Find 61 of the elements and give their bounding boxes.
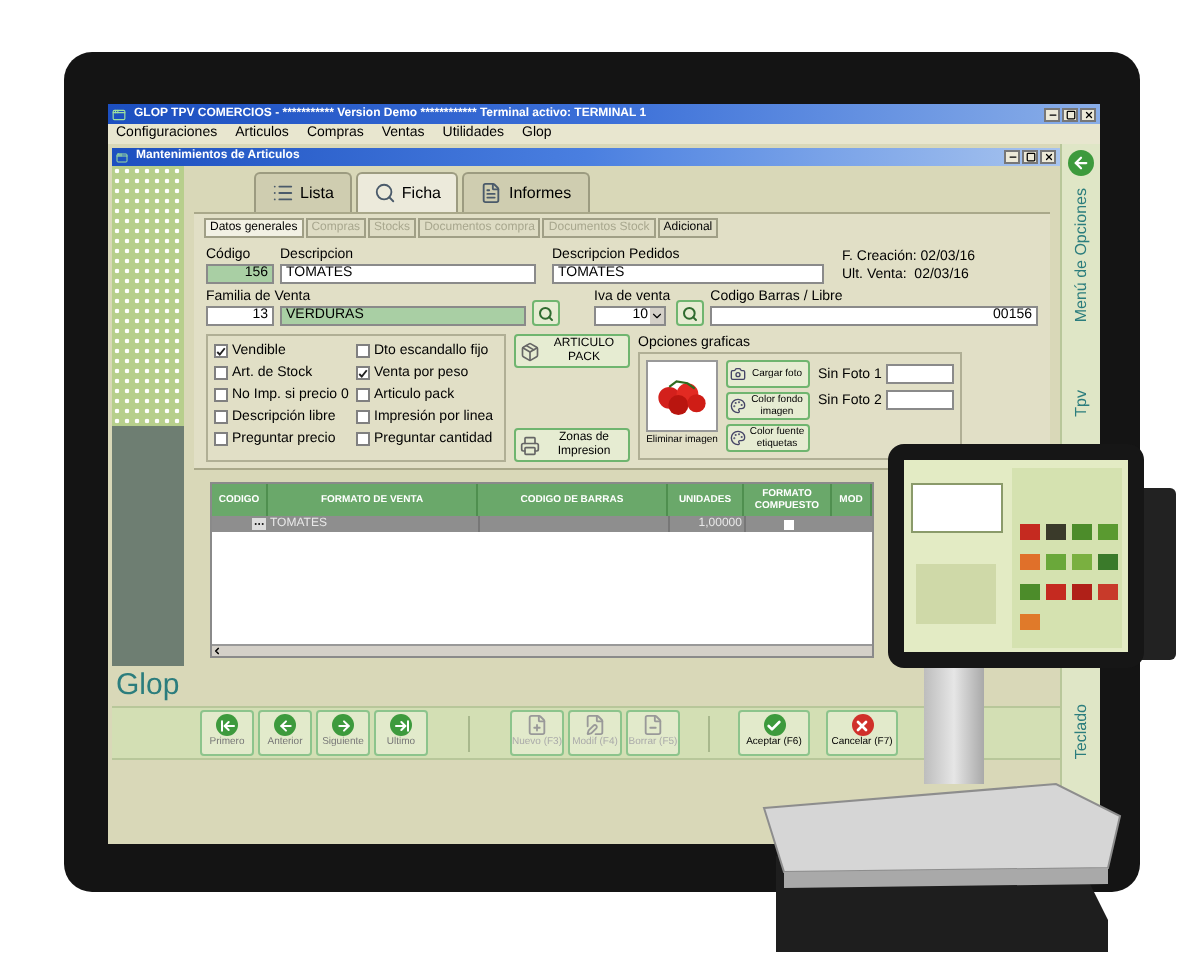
magnifier-icon [373, 182, 396, 204]
ellipsis-icon[interactable] [252, 518, 266, 530]
minimize-button[interactable] [1004, 150, 1020, 164]
dropdown-icon [650, 308, 664, 324]
checkbox[interactable] [214, 410, 228, 424]
photo-text-field[interactable] [885, 390, 954, 410]
palette-icon [730, 430, 746, 446]
checkbox[interactable] [356, 344, 370, 358]
list-icon [272, 182, 294, 204]
app-icon [116, 151, 128, 163]
minimize-icon [1007, 152, 1017, 162]
close-icon [1043, 152, 1053, 162]
arrow-to-line-right-icon [390, 714, 412, 737]
check-icon [763, 714, 785, 737]
printer-icon [520, 435, 540, 455]
close-button[interactable] [1040, 150, 1056, 164]
main-tab[interactable]: Informes [462, 172, 590, 212]
arrow-right-icon [332, 714, 354, 737]
arrow-to-line-left-icon [216, 714, 238, 737]
checkbox[interactable] [214, 344, 228, 358]
maximize-button[interactable] [1022, 150, 1038, 164]
scroll-left-icon[interactable] [212, 646, 222, 656]
app-icon [112, 107, 126, 121]
checkbox[interactable] [784, 519, 794, 529]
maximize-icon [1025, 152, 1035, 162]
lookup-button[interactable] [676, 300, 705, 326]
lookup-button[interactable] [532, 300, 560, 326]
camera-icon [730, 366, 746, 382]
minimize-button[interactable] [1044, 107, 1060, 121]
checkbox[interactable] [214, 432, 228, 446]
arrow-left-icon [274, 714, 296, 737]
checkbox[interactable] [356, 410, 370, 424]
checkbox[interactable] [356, 432, 370, 446]
checkbox[interactable] [214, 388, 228, 402]
tomatoes-drawing [654, 376, 710, 416]
checkbox[interactable] [214, 366, 228, 380]
close-icon [1083, 109, 1093, 119]
horizontal-scrollbar[interactable] [212, 644, 872, 656]
checkbox[interactable] [356, 388, 370, 402]
main-tab[interactable]: Lista [254, 172, 352, 212]
checkbox[interactable] [356, 366, 370, 380]
document-icon [480, 182, 503, 204]
package-icon [520, 341, 540, 361]
file-pen-icon [584, 714, 606, 737]
brand-logo: Glop [112, 666, 184, 706]
palette-icon [730, 398, 746, 414]
minimize-icon [1047, 109, 1057, 119]
close-button[interactable] [1080, 107, 1096, 121]
maximize-button[interactable] [1062, 107, 1078, 121]
cancel-icon [851, 714, 873, 737]
maximize-icon [1065, 109, 1075, 119]
file-plus-icon [526, 714, 548, 737]
side-menu-label[interactable]: Tpv [1069, 390, 1093, 417]
side-menu-label[interactable]: Menú de Opciones [1069, 188, 1093, 323]
main-tab[interactable]: Ficha [355, 172, 459, 212]
side-menu-label[interactable]: Teclado [1069, 704, 1093, 760]
photo-text-field[interactable] [885, 364, 954, 384]
search-icon [682, 305, 699, 321]
search-icon [538, 305, 554, 321]
back-icon[interactable] [1068, 150, 1094, 176]
file-minus-icon [642, 714, 664, 737]
